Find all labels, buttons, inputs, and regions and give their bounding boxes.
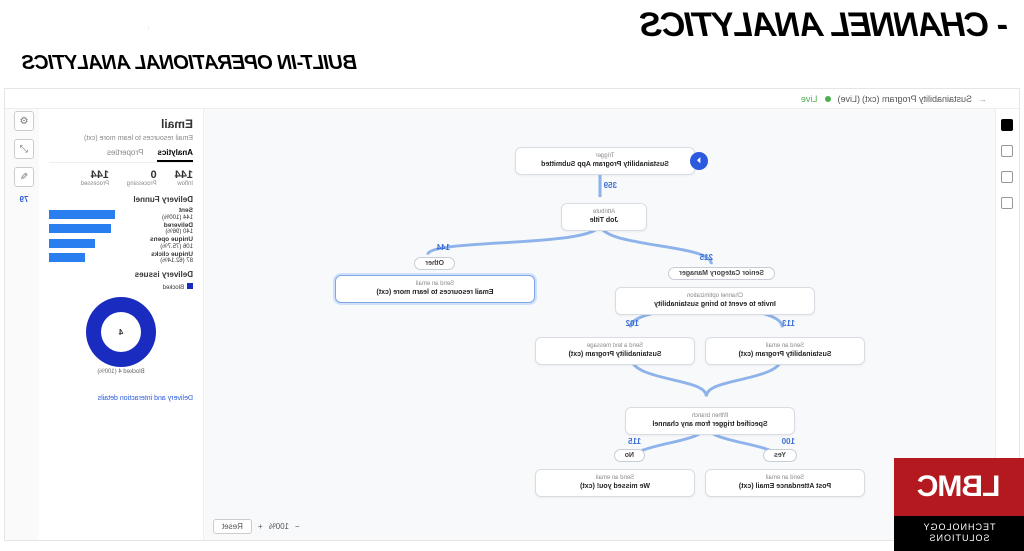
metrics-row: 144Inflow 0Processing 144Processed [49,169,193,187]
details-link[interactable]: Delivery and interaction details [49,395,193,402]
panel-title: Email [49,117,193,131]
edge-count-113: 113 [782,319,795,328]
node-label: Sustainability Program App Submitted [524,161,686,169]
node-email-resources[interactable]: Send an email Email resources to learn m… [335,275,535,303]
live-dot-icon [825,96,831,102]
zoom-in-button[interactable]: + [258,522,263,531]
legend-label: Blocked [163,285,184,291]
nav-item-2[interactable] [1002,145,1014,157]
workflow-name: Sustainability Program (cxt) [862,94,972,104]
slide-title: - CHANNEL ANALYTICS [640,6,1008,45]
nav-item-4[interactable] [1002,197,1014,209]
panel-step-name: Email resources to learn more (cxt) [49,135,193,142]
tab-analytics[interactable]: Analytics [157,148,193,162]
issues-donut-chart: 4 [86,297,156,367]
node-attribute[interactable]: Attribute Job Title [561,203,647,231]
zoom-out-button[interactable]: − [295,522,300,531]
edge-count-115: 115 [628,437,641,446]
branch-other[interactable]: Other [414,257,455,270]
donut-center: 4 [119,328,123,337]
node-channel-opt[interactable]: Channel optimization Invite to event to … [615,287,815,315]
zoom-controls: − 100% + Reset [213,519,300,534]
workflow-tab[interactable]: ← Sustainability Program (cxt) (Live) Li… [5,89,1019,109]
analytics-panel: Email Email resources to learn more (cxt… [39,109,204,540]
funnel-row: Unique clicks87 (62.14%) [49,252,193,265]
funnel-row: Sent144 (100%) [49,208,193,221]
back-arrow-icon[interactable]: ← [978,94,987,104]
funnel-row: Unique opens106 (75.7%) [49,237,193,250]
funnel-row: Delivered140 (96%) [49,223,193,236]
right-tool-rail: ⚙ ⤢ ✎ 79 [9,111,39,204]
node-post-attendance[interactable]: Send an email Post Attendance Email (cxt… [705,469,865,497]
node-trigger[interactable]: ⏵ Trigger Sustainability Program App Sub… [515,147,695,175]
tab-properties[interactable]: Properties [107,148,143,162]
node-email-program-a[interactable]: Send an email Sustainability Program (cx… [705,337,865,365]
trigger-badge-icon: ⏵ [690,152,708,170]
nav-workflow-icon[interactable] [1002,119,1014,131]
edge-count-102: 102 [626,319,639,328]
live-label: Live [801,94,818,104]
funnel-title: Delivery Funnel [49,195,193,204]
edge-count-215: 215 [700,253,713,262]
issues-title: Delivery issues [49,270,193,279]
workflow-status: (Live) [837,94,860,104]
tool-expand[interactable]: ⤢ [14,139,34,159]
edge-count-359: 359 [604,181,617,190]
node-sms-program[interactable]: Send a text message Sustainability Progr… [535,337,695,365]
donut-caption: Blocked 4 (100%) [49,369,193,375]
flow-canvas[interactable]: ⏵ Trigger Sustainability Program App Sub… [205,109,995,540]
lbmc-logo: LBMC TECHNOLOGY SOLUTIONS [894,458,1024,551]
branch-yes[interactable]: Yes [763,449,797,462]
zoom-value: 100% [269,522,289,531]
tool-comments[interactable]: ✎ [14,167,34,187]
node-if-then[interactable]: If/then branch Specified trigger from an… [625,407,795,435]
logo-line1: TECHNOLOGY [894,522,1024,534]
slide-subtitle: BUILT-IN OPERATIONAL ANALYTICS [22,52,357,75]
app-window: ← Sustainability Program (cxt) (Live) Li… [4,88,1020,541]
logo-line2: SOLUTIONS [894,533,1024,545]
zoom-reset-button[interactable]: Reset [213,519,252,534]
branch-no[interactable]: No [614,449,645,462]
edge-count-100: 100 [782,437,795,446]
tool-settings[interactable]: ⚙ [14,111,34,131]
legend-swatch-icon [187,283,193,289]
funnel-chart: Sent144 (100%) Delivered140 (96%)Unique o… [49,208,193,264]
logo-brand: LBMC [894,458,1024,516]
node-we-missed-you[interactable]: Send an email We missed you! (cxt) [535,469,695,497]
edge-count-144: 144 [437,243,450,252]
nav-item-3[interactable] [1002,171,1014,183]
node-type: Trigger [524,153,686,159]
rail-count: 79 [20,195,29,204]
branch-senior[interactable]: Senior Category Manager [668,267,775,280]
